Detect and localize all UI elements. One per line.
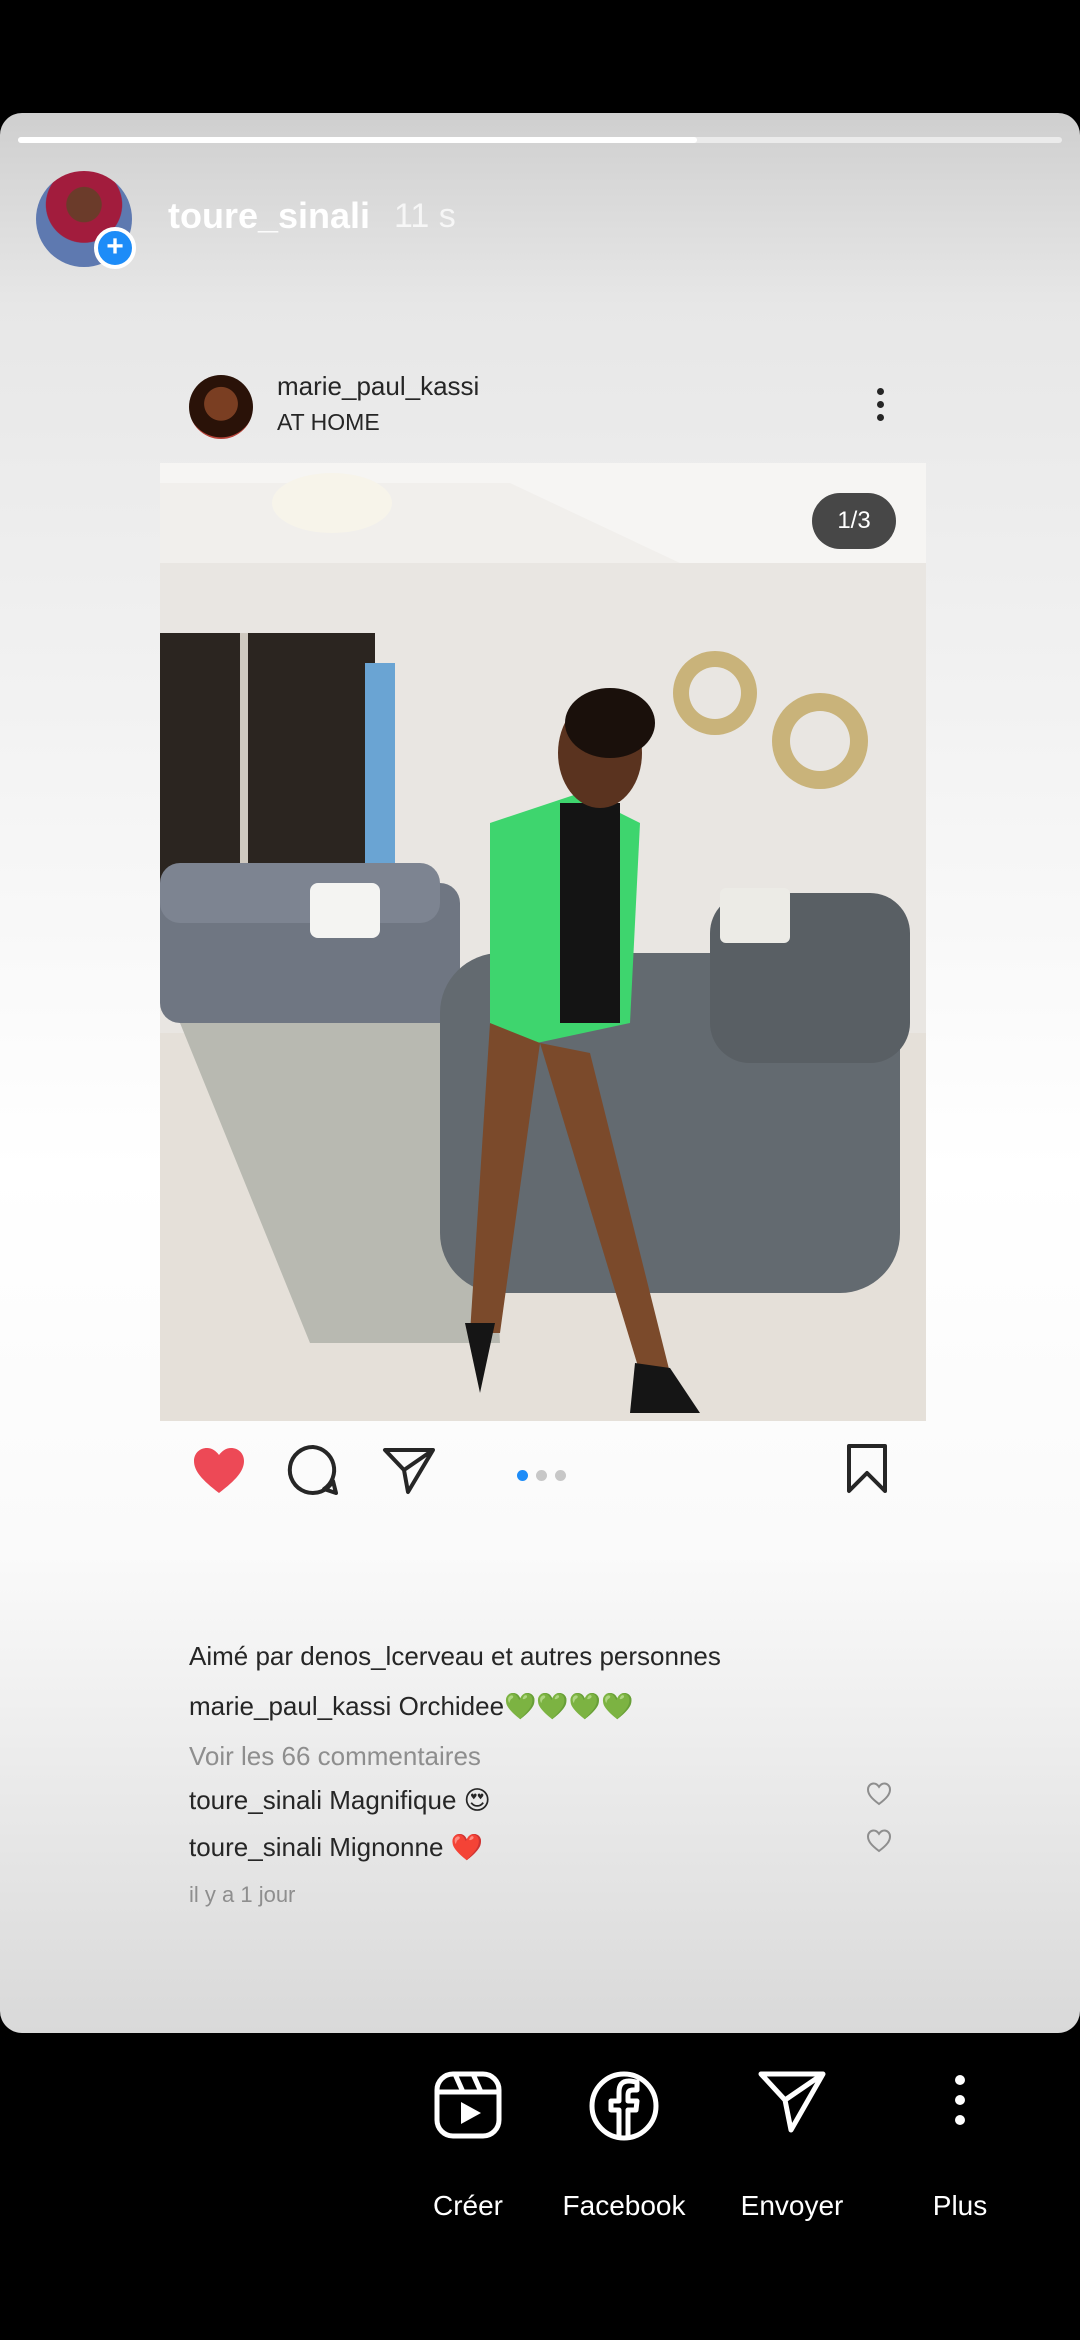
facebook-label[interactable]: Facebook <box>549 2190 699 2222</box>
story-progress-bar <box>18 137 1062 143</box>
story-username[interactable]: toure_sinali <box>168 195 370 237</box>
comment-like-icon[interactable] <box>866 1828 892 1854</box>
carousel-dot <box>536 1470 547 1481</box>
caption-username[interactable]: marie_paul_kassi <box>189 1691 391 1721</box>
view-comments-link[interactable]: Voir les 66 commentaires <box>189 1741 481 1772</box>
post-location[interactable]: AT HOME <box>277 409 380 436</box>
caption-text: Orchidee💚💚💚💚 <box>398 1691 634 1721</box>
comment-icon[interactable] <box>286 1443 340 1497</box>
more-vertical-icon <box>955 2075 965 2125</box>
comment-like-icon[interactable] <box>866 1781 892 1807</box>
comment-username[interactable]: toure_sinali <box>189 1785 322 1815</box>
story-progress-fill <box>18 137 697 143</box>
likes-text[interactable]: Aimé par denos_lcerveau et autres person… <box>189 1641 721 1672</box>
heart-filled-icon[interactable] <box>192 1446 246 1496</box>
carousel-dot <box>517 1470 528 1481</box>
story-card[interactable]: + toure_sinali 11 s marie_paul_kassi AT … <box>0 113 1080 2033</box>
post-date: il y a 1 jour <box>189 1882 296 1907</box>
post-avatar[interactable] <box>189 375 253 439</box>
facebook-button[interactable] <box>549 2070 699 2147</box>
create-button[interactable] <box>393 2070 543 2145</box>
more-label[interactable]: Plus <box>885 2190 1035 2222</box>
send-icon <box>758 2071 826 2133</box>
story-time: 11 s <box>394 197 456 235</box>
post-caption: marie_paul_kassi Orchidee💚💚💚💚 <box>189 1691 634 1722</box>
reels-icon <box>434 2071 502 2139</box>
more-button[interactable] <box>885 2070 1035 2135</box>
carousel-dots <box>517 1468 574 1486</box>
post-username[interactable]: marie_paul_kassi <box>277 371 479 402</box>
bookmark-icon[interactable] <box>846 1443 888 1495</box>
comment-text: Magnifique 😍 <box>329 1785 491 1815</box>
create-label[interactable]: Créer <box>393 2190 543 2222</box>
share-icon[interactable] <box>382 1446 436 1496</box>
send-button[interactable] <box>717 2070 867 2139</box>
carousel-page-indicator: 1/3 <box>812 493 896 549</box>
add-story-icon[interactable]: + <box>94 227 136 269</box>
facebook-icon <box>589 2071 659 2141</box>
comment-item: toure_sinali Mignonne ❤️ <box>189 1832 483 1863</box>
comment-text: Mignonne ❤️ <box>329 1832 484 1862</box>
post-photo[interactable] <box>160 463 926 1421</box>
comment-username[interactable]: toure_sinali <box>189 1832 322 1862</box>
comment-item: toure_sinali Magnifique 😍 <box>189 1785 491 1816</box>
post-more-icon[interactable] <box>868 388 892 428</box>
send-label[interactable]: Envoyer <box>717 2190 867 2222</box>
carousel-dot <box>555 1470 566 1481</box>
